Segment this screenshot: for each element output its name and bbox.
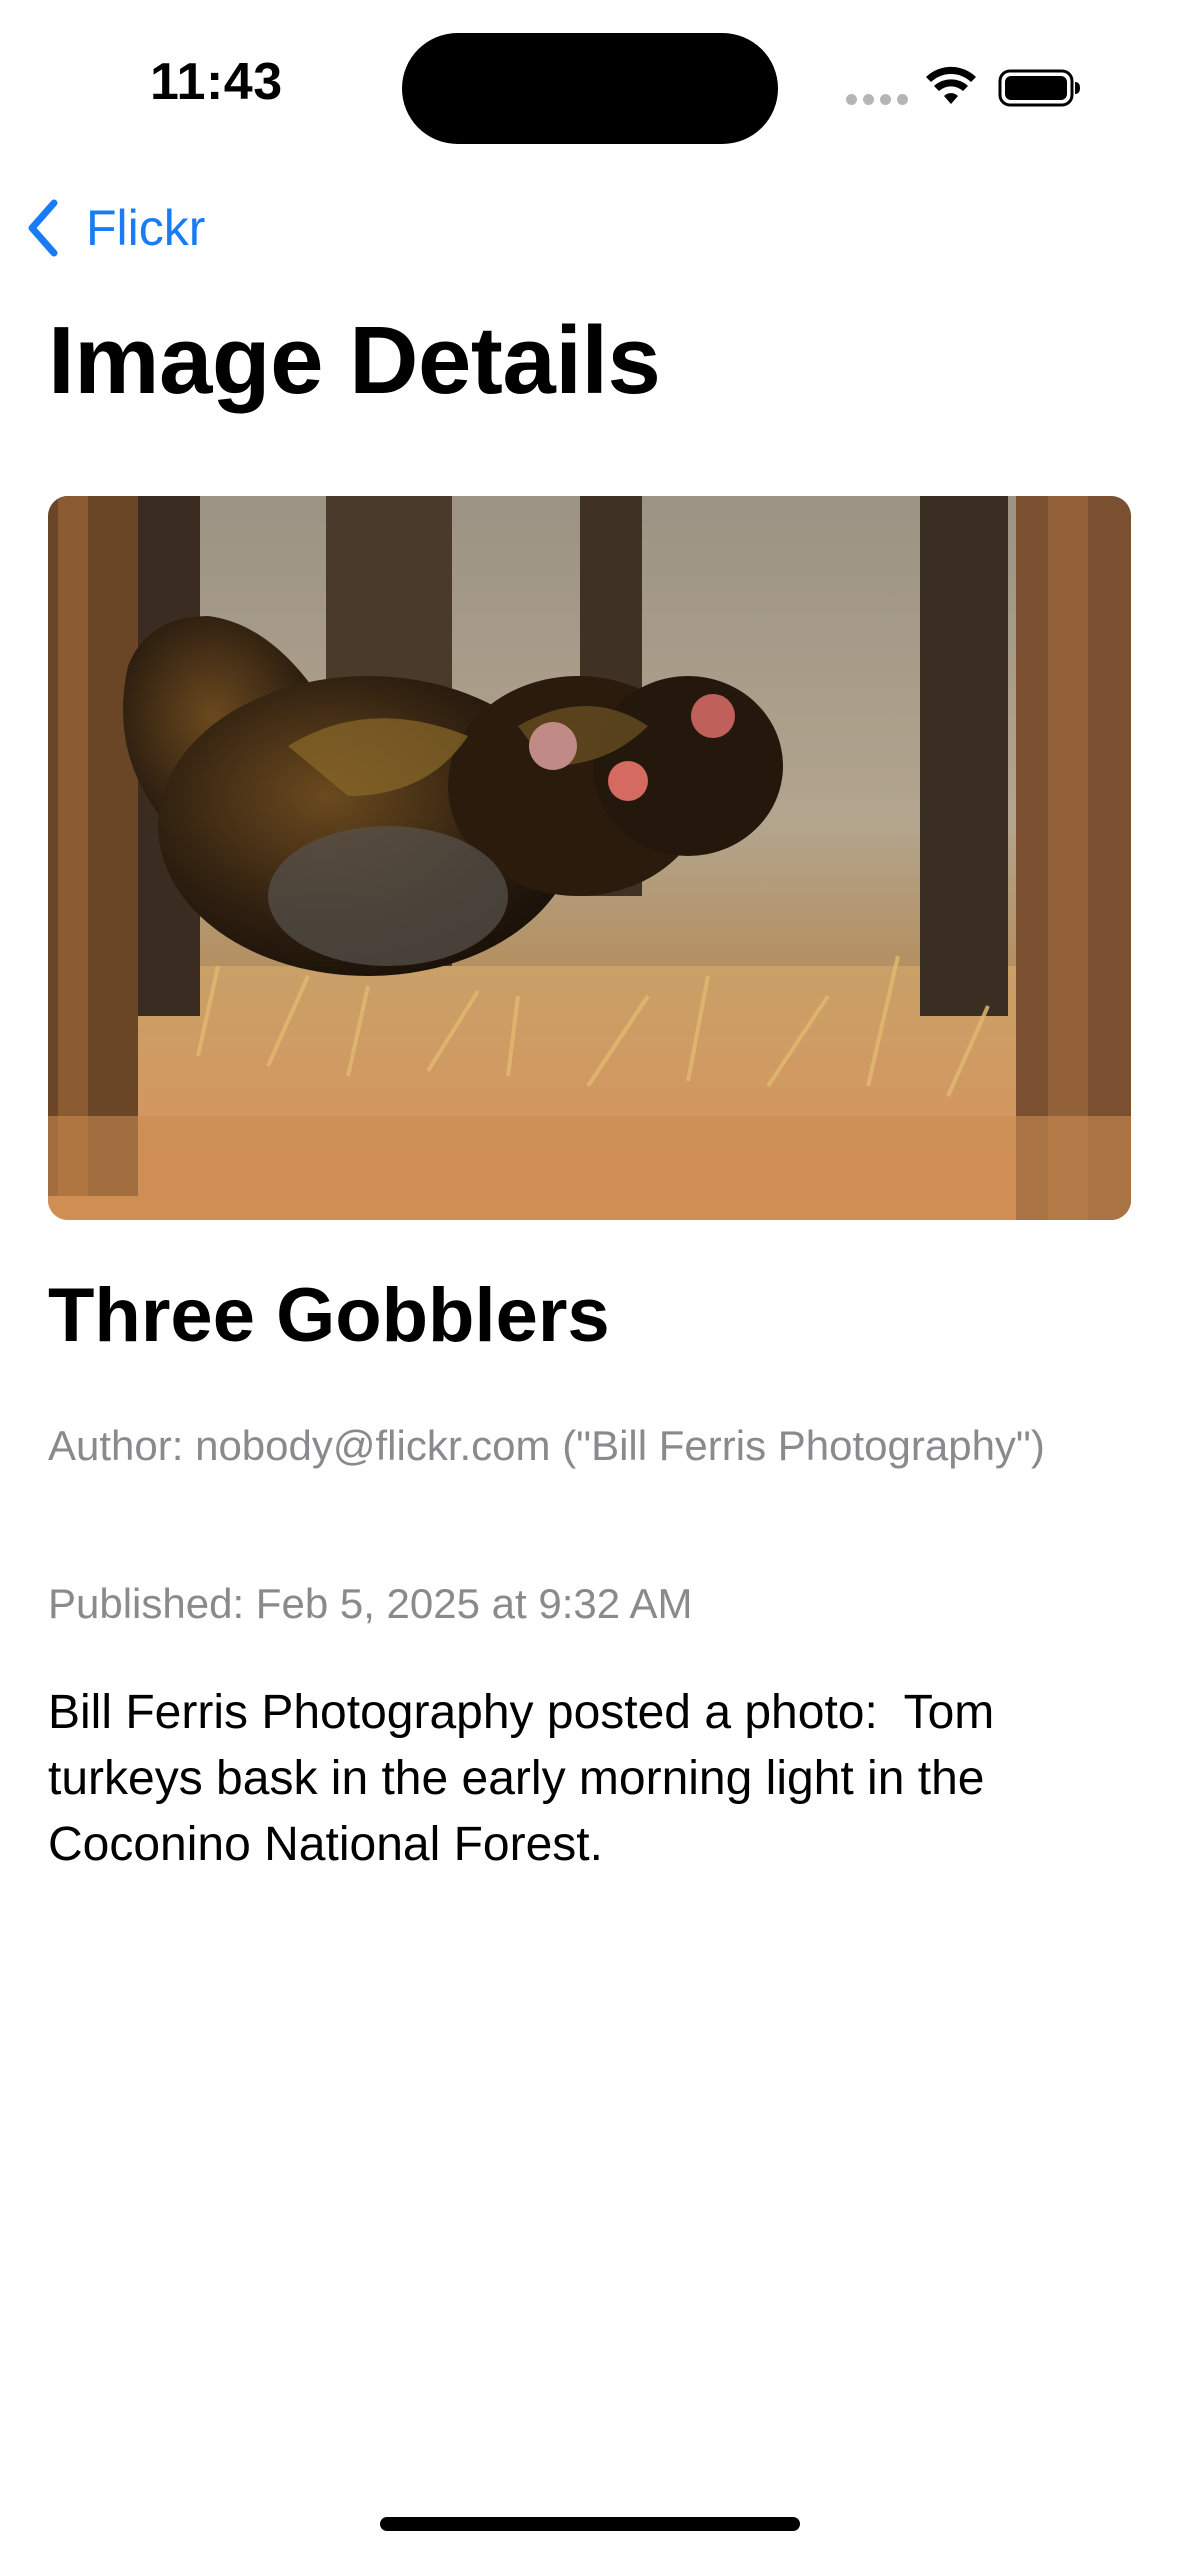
page-title: Image Details: [48, 307, 661, 414]
author-text: Author: nobody@flickr.com ("Bill Ferris …: [48, 1422, 1045, 1469]
photo: [48, 496, 1131, 1220]
photo-title: Three Gobblers: [48, 1273, 610, 1358]
chevron-left-icon: [28, 199, 58, 257]
status-time: 11:43: [150, 53, 283, 111]
back-button[interactable]: Flickr: [24, 196, 205, 260]
published-date: Published: Feb 5, 2025 at 9:32 AM: [48, 1580, 693, 1627]
cellular-signal-icon: [846, 94, 908, 106]
status-bar: 11:43: [0, 0, 1179, 150]
battery-icon: [998, 69, 1080, 107]
wifi-icon: [926, 66, 976, 104]
home-indicator[interactable]: [380, 2517, 800, 2531]
dynamic-island: [402, 33, 778, 144]
back-button-label: Flickr: [86, 200, 206, 256]
photo-description: Bill Ferris Photography posted a photo: …: [48, 1686, 1008, 1872]
